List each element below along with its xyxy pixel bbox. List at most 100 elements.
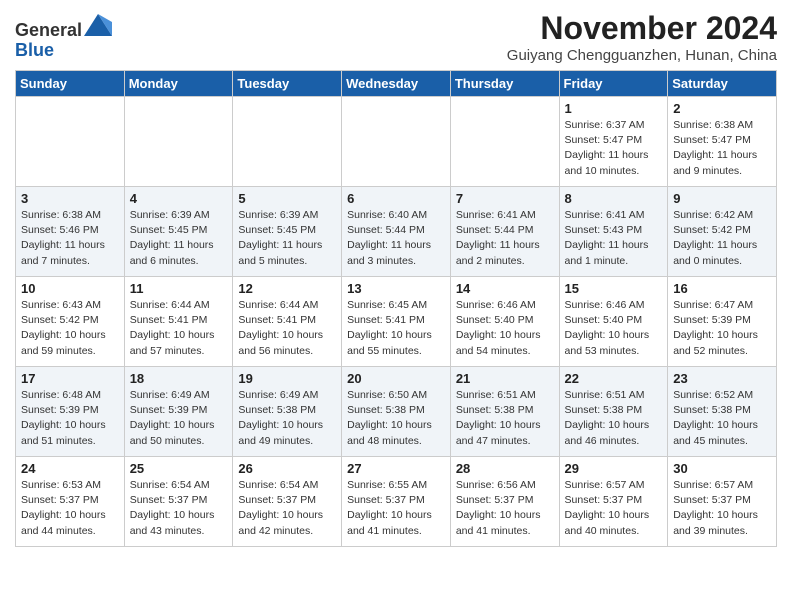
weekday-header-row: SundayMondayTuesdayWednesdayThursdayFrid… xyxy=(16,71,777,97)
day-number: 29 xyxy=(565,461,663,476)
day-number: 8 xyxy=(565,191,663,206)
calendar-cell: 17 Sunrise: 6:48 AM Sunset: 5:39 PM Dayli… xyxy=(16,367,125,457)
week-row-0: 1Sunrise: 6:37 AM Sunset: 5:47 PM Daylig… xyxy=(16,97,777,187)
calendar-cell: 28 Sunrise: 6:56 AM Sunset: 5:37 PM Dayli… xyxy=(450,457,559,547)
logo-blue-text: Blue xyxy=(15,40,54,60)
day-info: Sunrise: 6:44 AM Sunset: 5:41 PM Dayligh… xyxy=(238,298,336,359)
calendar-cell: 27 Sunrise: 6:55 AM Sunset: 5:37 PM Dayli… xyxy=(342,457,451,547)
calendar-cell: 18Sunrise: 6:49 AM Sunset: 5:39 PM Dayli… xyxy=(124,367,233,457)
day-number: 25 xyxy=(130,461,228,476)
day-number: 9 xyxy=(673,191,771,206)
day-number: 11 xyxy=(130,281,228,296)
logo-general-text: General xyxy=(15,20,82,40)
calendar-cell: 9 Sunrise: 6:42 AM Sunset: 5:42 PM Daylig… xyxy=(668,187,777,277)
calendar-cell xyxy=(124,97,233,187)
calendar-cell: 21 Sunrise: 6:51 AM Sunset: 5:38 PM Dayli… xyxy=(450,367,559,457)
calendar-cell xyxy=(450,97,559,187)
day-number: 20 xyxy=(347,371,445,386)
day-number: 7 xyxy=(456,191,554,206)
week-row-2: 10 Sunrise: 6:43 AM Sunset: 5:42 PM Dayli… xyxy=(16,277,777,367)
day-number: 19 xyxy=(238,371,336,386)
calendar-cell: 4Sunrise: 6:39 AM Sunset: 5:45 PM Daylig… xyxy=(124,187,233,277)
calendar-cell xyxy=(233,97,342,187)
logo: General Blue xyxy=(15,14,112,61)
day-info: Sunrise: 6:43 AM Sunset: 5:42 PM Dayligh… xyxy=(21,298,119,359)
calendar-cell: 30 Sunrise: 6:57 AM Sunset: 5:37 PM Dayli… xyxy=(668,457,777,547)
day-info: Sunrise: 6:51 AM Sunset: 5:38 PM Dayligh… xyxy=(565,388,663,449)
day-number: 16 xyxy=(673,281,771,296)
day-info: Sunrise: 6:42 AM Sunset: 5:42 PM Dayligh… xyxy=(673,208,771,269)
calendar-cell: 23Sunrise: 6:52 AM Sunset: 5:38 PM Dayli… xyxy=(668,367,777,457)
day-info: Sunrise: 6:38 AM Sunset: 5:47 PM Dayligh… xyxy=(673,118,771,179)
calendar-cell xyxy=(16,97,125,187)
calendar-cell: 29 Sunrise: 6:57 AM Sunset: 5:37 PM Dayli… xyxy=(559,457,668,547)
day-info: Sunrise: 6:46 AM Sunset: 5:40 PM Dayligh… xyxy=(565,298,663,359)
day-number: 2 xyxy=(673,101,771,116)
calendar-cell: 19 Sunrise: 6:49 AM Sunset: 5:38 PM Dayli… xyxy=(233,367,342,457)
day-info: Sunrise: 6:44 AM Sunset: 5:41 PM Dayligh… xyxy=(130,298,228,359)
weekday-header-saturday: Saturday xyxy=(668,71,777,97)
day-number: 15 xyxy=(565,281,663,296)
weekday-header-wednesday: Wednesday xyxy=(342,71,451,97)
day-number: 28 xyxy=(456,461,554,476)
day-info: Sunrise: 6:51 AM Sunset: 5:38 PM Dayligh… xyxy=(456,388,554,449)
day-number: 17 xyxy=(21,371,119,386)
calendar-cell: 24Sunrise: 6:53 AM Sunset: 5:37 PM Dayli… xyxy=(16,457,125,547)
weekday-header-monday: Monday xyxy=(124,71,233,97)
day-number: 5 xyxy=(238,191,336,206)
day-number: 14 xyxy=(456,281,554,296)
calendar-cell: 15 Sunrise: 6:46 AM Sunset: 5:40 PM Dayli… xyxy=(559,277,668,367)
calendar-cell: 3 Sunrise: 6:38 AM Sunset: 5:46 PM Daylig… xyxy=(16,187,125,277)
calendar-cell: 8Sunrise: 6:41 AM Sunset: 5:43 PM Daylig… xyxy=(559,187,668,277)
calendar-cell: 6 Sunrise: 6:40 AM Sunset: 5:44 PM Daylig… xyxy=(342,187,451,277)
day-info: Sunrise: 6:48 AM Sunset: 5:39 PM Dayligh… xyxy=(21,388,119,449)
calendar-cell: 13Sunrise: 6:45 AM Sunset: 5:41 PM Dayli… xyxy=(342,277,451,367)
day-number: 12 xyxy=(238,281,336,296)
week-row-4: 24Sunrise: 6:53 AM Sunset: 5:37 PM Dayli… xyxy=(16,457,777,547)
week-row-1: 3 Sunrise: 6:38 AM Sunset: 5:46 PM Daylig… xyxy=(16,187,777,277)
day-info: Sunrise: 6:55 AM Sunset: 5:37 PM Dayligh… xyxy=(347,478,445,539)
day-info: Sunrise: 6:56 AM Sunset: 5:37 PM Dayligh… xyxy=(456,478,554,539)
day-info: Sunrise: 6:46 AM Sunset: 5:40 PM Dayligh… xyxy=(456,298,554,359)
calendar-cell: 20 Sunrise: 6:50 AM Sunset: 5:38 PM Dayli… xyxy=(342,367,451,457)
day-info: Sunrise: 6:47 AM Sunset: 5:39 PM Dayligh… xyxy=(673,298,771,359)
day-info: Sunrise: 6:57 AM Sunset: 5:37 PM Dayligh… xyxy=(673,478,771,539)
calendar-cell: 26 Sunrise: 6:54 AM Sunset: 5:37 PM Dayli… xyxy=(233,457,342,547)
calendar-cell: 11 Sunrise: 6:44 AM Sunset: 5:41 PM Dayli… xyxy=(124,277,233,367)
day-number: 10 xyxy=(21,281,119,296)
day-info: Sunrise: 6:38 AM Sunset: 5:46 PM Dayligh… xyxy=(21,208,119,269)
calendar-cell: 22Sunrise: 6:51 AM Sunset: 5:38 PM Dayli… xyxy=(559,367,668,457)
logo-icon xyxy=(84,14,112,36)
day-number: 27 xyxy=(347,461,445,476)
day-info: Sunrise: 6:50 AM Sunset: 5:38 PM Dayligh… xyxy=(347,388,445,449)
day-number: 21 xyxy=(456,371,554,386)
day-info: Sunrise: 6:45 AM Sunset: 5:41 PM Dayligh… xyxy=(347,298,445,359)
weekday-header-thursday: Thursday xyxy=(450,71,559,97)
day-info: Sunrise: 6:37 AM Sunset: 5:47 PM Dayligh… xyxy=(565,118,663,179)
calendar-cell xyxy=(342,97,451,187)
calendar-cell: 5Sunrise: 6:39 AM Sunset: 5:45 PM Daylig… xyxy=(233,187,342,277)
header: General Blue November 2024 Guiyang Cheng… xyxy=(15,10,777,64)
weekday-header-friday: Friday xyxy=(559,71,668,97)
day-number: 18 xyxy=(130,371,228,386)
calendar-cell: 1Sunrise: 6:37 AM Sunset: 5:47 PM Daylig… xyxy=(559,97,668,187)
calendar-cell: 7 Sunrise: 6:41 AM Sunset: 5:44 PM Daylig… xyxy=(450,187,559,277)
month-title: November 2024 xyxy=(507,10,777,47)
day-info: Sunrise: 6:57 AM Sunset: 5:37 PM Dayligh… xyxy=(565,478,663,539)
day-number: 30 xyxy=(673,461,771,476)
calendar-cell: 25 Sunrise: 6:54 AM Sunset: 5:37 PM Dayli… xyxy=(124,457,233,547)
location-title: Guiyang Chengguanzhen, Hunan, China xyxy=(507,47,777,64)
calendar-table: SundayMondayTuesdayWednesdayThursdayFrid… xyxy=(15,70,777,547)
day-number: 23 xyxy=(673,371,771,386)
weekday-header-sunday: Sunday xyxy=(16,71,125,97)
day-number: 26 xyxy=(238,461,336,476)
day-info: Sunrise: 6:39 AM Sunset: 5:45 PM Dayligh… xyxy=(130,208,228,269)
day-info: Sunrise: 6:49 AM Sunset: 5:38 PM Dayligh… xyxy=(238,388,336,449)
day-number: 3 xyxy=(21,191,119,206)
week-row-3: 17 Sunrise: 6:48 AM Sunset: 5:39 PM Dayli… xyxy=(16,367,777,457)
day-info: Sunrise: 6:40 AM Sunset: 5:44 PM Dayligh… xyxy=(347,208,445,269)
day-info: Sunrise: 6:54 AM Sunset: 5:37 PM Dayligh… xyxy=(130,478,228,539)
day-number: 6 xyxy=(347,191,445,206)
day-info: Sunrise: 6:54 AM Sunset: 5:37 PM Dayligh… xyxy=(238,478,336,539)
day-info: Sunrise: 6:41 AM Sunset: 5:44 PM Dayligh… xyxy=(456,208,554,269)
